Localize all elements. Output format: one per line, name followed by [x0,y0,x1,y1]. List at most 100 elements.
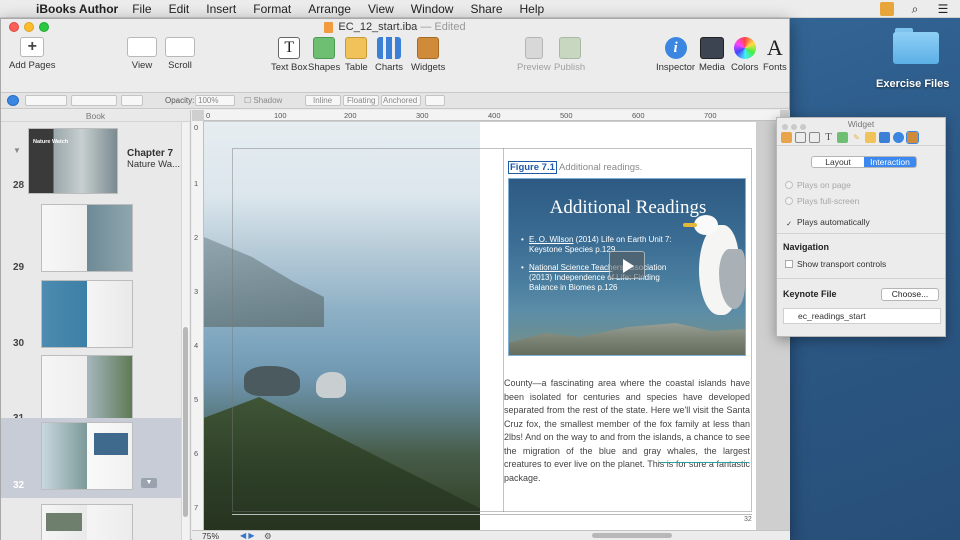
window-minimize-button[interactable] [24,22,34,32]
preview-button[interactable]: Preview [517,37,551,73]
horizontal-ruler[interactable]: 0 100 200 300 400 500 600 700 [204,110,780,121]
add-pages-button[interactable]: + Add Pages [9,37,55,71]
colors-button[interactable]: Colors [731,37,758,73]
show-transport-checkbox[interactable]: Show transport controls [785,259,886,269]
page-thumbnail[interactable] [41,355,133,423]
table-inspector-icon[interactable] [865,132,876,143]
menu-format[interactable]: Format [253,2,291,16]
page-options-chevron-icon[interactable]: ▼ [141,478,157,488]
keynote-file-field[interactable]: ec_readings_start [783,308,941,324]
format-bar-toggle-icon[interactable] [7,95,19,106]
sidebar-scrollbar[interactable] [181,122,189,540]
page-nav-arrows-icon[interactable]: ◀ ▶ [240,531,255,540]
document-inspector-icon[interactable] [781,132,792,143]
zoom-select[interactable]: 75% [202,531,219,540]
chapter-thumb-text: Nature Watch [33,139,69,145]
menu-arrange[interactable]: Arrange [308,2,351,16]
inspector-button[interactable]: i Inspector [656,37,695,73]
body-text[interactable]: County—a fascinating area where the coas… [504,377,750,485]
app-menu[interactable]: iBooks Author [36,2,118,16]
reading-link[interactable]: E. O. Wilson [529,235,573,244]
apple-menu-icon[interactable] [12,2,26,16]
vertical-ruler[interactable]: 0 1 2 3 4 5 6 7 [192,121,204,531]
plays-full-screen-radio[interactable]: Plays full-screen [785,196,859,206]
inline-label: Inline [313,96,333,105]
disclosure-triangle-icon[interactable]: ▼ [13,146,21,155]
window-zoom-button[interactable] [39,22,49,32]
table-button[interactable]: Table [345,37,368,73]
desktop-folder-exercise-files[interactable]: Exercise Files [876,28,949,92]
widget-inspector-icon[interactable] [906,131,919,144]
inspector-window-controls[interactable] [782,121,809,133]
plays-on-page-radio[interactable]: Plays on page [785,180,851,190]
charts-button[interactable]: Charts [375,37,403,73]
sidebar-chapter-7[interactable]: ▼ 28 Nature Watch Chapter 7 Nature Wa... [1,124,181,194]
sidebar-page-32-selected[interactable]: 32 ▼ [1,418,181,498]
show-transport-label: Show transport controls [797,259,887,269]
menu-help[interactable]: Help [520,2,545,16]
figure-caption[interactable]: Figure 7.1 Additional readings. [508,161,642,174]
widgets-button[interactable]: Widgets [411,37,445,73]
menu-edit[interactable]: Edit [169,2,190,16]
section-inspector-icon[interactable] [809,132,820,143]
checkbox-icon [785,260,793,268]
shapes-button[interactable]: Shapes [308,37,340,73]
chart-inspector-icon[interactable] [879,132,890,143]
menu-insert[interactable]: Insert [206,2,236,16]
page-thumbnail[interactable] [41,204,133,272]
sidebar-page-33[interactable] [1,502,181,540]
page-number: 29 [13,262,25,273]
media-button[interactable]: Media [699,37,725,73]
graphic-inspector-icon[interactable] [837,132,848,143]
text-inspector-icon[interactable]: T [823,132,834,143]
canvas-area: 0 100 200 300 400 500 600 700 0 1 2 3 4 … [192,110,790,540]
figure-label[interactable]: Figure 7.1 [508,161,557,174]
publish-button[interactable]: Publish [554,37,585,73]
spotlight-search-icon[interactable]: ⌕ [908,2,922,16]
fonts-button[interactable]: A Fonts [763,37,787,74]
text-box-button[interactable]: T Text Box [271,37,307,73]
color-well[interactable] [121,95,143,106]
keynote-widget[interactable]: Additional Readings E. O. Wilson (2014) … [508,178,746,356]
page-thumbnail[interactable] [41,504,133,540]
colors-label: Colors [731,62,759,73]
gear-icon[interactable]: ⚙ [264,531,272,540]
metrics-inspector-icon[interactable]: ✎ [851,132,862,143]
font-select[interactable] [71,95,117,106]
style-select[interactable] [25,95,67,106]
sidebar-page-29[interactable]: 29 [1,202,181,274]
main-window: EC_12_start.iba — Edited + Add Pages Vie… [0,18,790,540]
menu-share[interactable]: Share [470,2,502,16]
hyperlink-inspector-icon[interactable] [893,132,904,143]
canvas-horizontal-scroll-knob[interactable] [592,533,672,538]
notification-center-icon[interactable]: ☰ [936,2,950,16]
wrap-select[interactable] [425,95,445,106]
charts-label: Charts [375,62,403,73]
scroll-button[interactable]: Scroll [165,37,195,71]
list-item: E. O. Wilson (2014) Life on Earth Unit 7… [521,235,681,255]
view-button[interactable]: View [127,37,157,71]
tab-layout[interactable]: Layout [812,157,864,167]
sidebar-page-31[interactable]: 31 [1,353,181,425]
play-button-icon[interactable] [609,251,645,279]
menu-window[interactable]: Window [411,2,454,16]
book-page[interactable]: Figure 7.1 Additional readings. Addition… [204,122,756,536]
layout-inspector-icon[interactable] [795,132,806,143]
sidebar-scroll-knob[interactable] [183,327,188,517]
reading-link[interactable]: National Science Teach [529,263,612,272]
sidebar-page-30[interactable]: 30 [1,278,181,350]
plays-automatically-checkbox[interactable]: ✓ Plays automatically [785,217,870,229]
window-close-button[interactable] [9,22,19,32]
tab-interaction[interactable]: Interaction [864,157,916,167]
menu-view[interactable]: View [368,2,394,16]
edited-indicator[interactable]: — Edited [420,21,465,33]
divider [777,278,945,279]
ruler-label: 3 [194,287,199,296]
status-app-icon[interactable] [880,2,894,16]
choose-button[interactable]: Choose... [881,288,939,301]
chapter-thumbnail[interactable]: Nature Watch [28,128,118,194]
menu-file[interactable]: File [132,2,151,16]
page-thumbnail[interactable] [41,422,133,490]
shadow-checkbox[interactable]: ☐ Shadow [244,96,282,105]
page-thumbnail[interactable] [41,280,133,348]
